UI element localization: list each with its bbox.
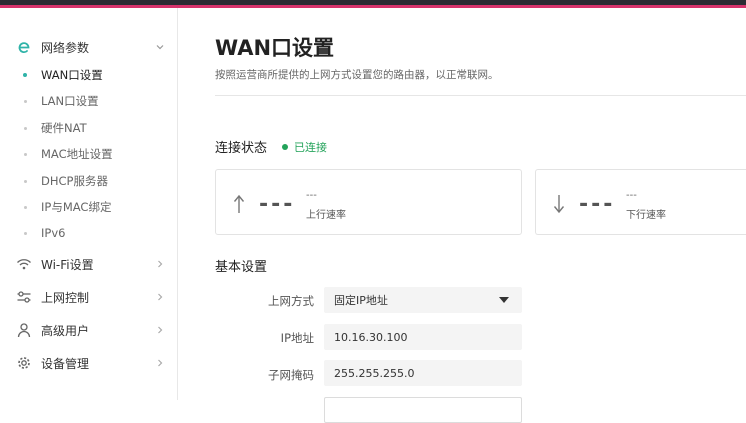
sidebar-group-advanced-user[interactable]: 高级用户 <box>0 315 178 345</box>
sidebar-item-wan[interactable]: WAN口设置 <box>0 63 178 87</box>
sidebar-group-label: Wi-Fi设置 <box>41 256 94 273</box>
upload-rate-value: --- <box>306 190 317 201</box>
bullet-icon <box>24 180 27 183</box>
chevron-right-icon <box>155 259 165 269</box>
chevron-down-icon <box>155 42 165 52</box>
sidebar-item-label: DHCP服务器 <box>41 173 108 189</box>
download-rate-label: 下行速率 <box>626 206 666 221</box>
wifi-icon <box>16 256 32 272</box>
sidebar-item-label: MAC地址设置 <box>41 146 113 162</box>
sidebar-group-label: 上网控制 <box>41 289 89 306</box>
ip-address-label: IP地址 <box>178 330 314 346</box>
upload-rate-label: 上行速率 <box>306 206 346 221</box>
sidebar-item-ipv6[interactable]: IPv6 <box>0 221 178 245</box>
top-bar <box>0 0 746 8</box>
sidebar-item-mac[interactable]: MAC地址设置 <box>0 142 178 166</box>
upload-rate-dash: --- <box>259 192 295 217</box>
sidebar-item-label: 硬件NAT <box>41 120 87 136</box>
sidebar-item-label: IP与MAC绑定 <box>41 199 111 215</box>
sidebar-group-network[interactable]: 网络参数 <box>0 32 178 62</box>
user-icon <box>16 322 32 338</box>
sliders-icon <box>16 289 32 305</box>
bullet-icon <box>24 232 27 235</box>
arrow-down-icon <box>553 194 565 214</box>
download-rate-value: --- <box>626 190 637 201</box>
sidebar-group-label: 设备管理 <box>41 355 89 372</box>
ip-address-value: 10.16.30.100 <box>334 331 407 344</box>
chevron-right-icon <box>155 358 165 368</box>
gear-icon <box>16 355 32 371</box>
dropdown-arrow-icon <box>499 297 509 303</box>
sidebar-group-device-management[interactable]: 设备管理 <box>0 348 178 378</box>
sidebar-item-ip-mac-binding[interactable]: IP与MAC绑定 <box>0 195 178 219</box>
bullet-icon <box>24 100 27 103</box>
ip-address-input[interactable]: 10.16.30.100 <box>324 324 522 350</box>
sidebar-group-wifi[interactable]: Wi-Fi设置 <box>0 249 178 279</box>
chevron-right-icon <box>155 292 165 302</box>
bullet-icon <box>24 127 27 130</box>
sidebar-group-access-control[interactable]: 上网控制 <box>0 282 178 312</box>
sidebar-group-label: 高级用户 <box>41 322 89 339</box>
chevron-right-icon <box>155 325 165 335</box>
arrow-up-icon <box>233 194 245 214</box>
page-title: WAN口设置 <box>215 32 334 62</box>
download-rate-card: --- --- 下行速率 <box>535 169 746 235</box>
upload-rate-card: --- --- 上行速率 <box>215 169 522 235</box>
internet-mode-value: 固定IP地址 <box>334 292 388 308</box>
bullet-icon <box>24 153 27 156</box>
connection-status-badge: 已连接 <box>282 139 327 155</box>
next-field-input[interactable] <box>324 397 522 423</box>
internet-mode-select[interactable]: 固定IP地址 <box>324 287 522 313</box>
sidebar: 网络参数 WAN口设置 LAN口设置 硬件NAT MAC地址设置 DHCP服务器… <box>0 8 178 400</box>
subnet-mask-input[interactable]: 255.255.255.0 <box>324 360 522 386</box>
page-description: 按照运营商所提供的上网方式设置您的路由器，以正常联网。 <box>215 67 499 82</box>
internet-mode-label: 上网方式 <box>178 293 314 309</box>
sidebar-group-label: 网络参数 <box>41 39 89 56</box>
subnet-mask-value: 255.255.255.0 <box>334 367 414 380</box>
sidebar-item-dhcp[interactable]: DHCP服务器 <box>0 169 178 193</box>
connection-status-text: 已连接 <box>294 139 327 155</box>
sidebar-item-label: IPv6 <box>41 226 65 240</box>
sidebar-item-label: WAN口设置 <box>41 67 103 83</box>
sidebar-item-hardware-nat[interactable]: 硬件NAT <box>0 116 178 140</box>
bullet-icon <box>24 206 27 209</box>
divider <box>215 95 746 96</box>
subnet-mask-label: 子网掩码 <box>178 367 314 383</box>
basic-settings-heading: 基本设置 <box>215 256 267 275</box>
status-dot-icon <box>282 144 288 150</box>
connection-status-heading: 连接状态 <box>215 137 267 156</box>
bullet-icon <box>23 73 27 77</box>
sidebar-item-lan[interactable]: LAN口设置 <box>0 89 178 113</box>
brand-e-icon <box>16 39 32 55</box>
download-rate-dash: --- <box>579 192 615 217</box>
main-content: WAN口设置 按照运营商所提供的上网方式设置您的路由器，以正常联网。 连接状态 … <box>178 8 746 400</box>
sidebar-item-label: LAN口设置 <box>41 93 99 109</box>
